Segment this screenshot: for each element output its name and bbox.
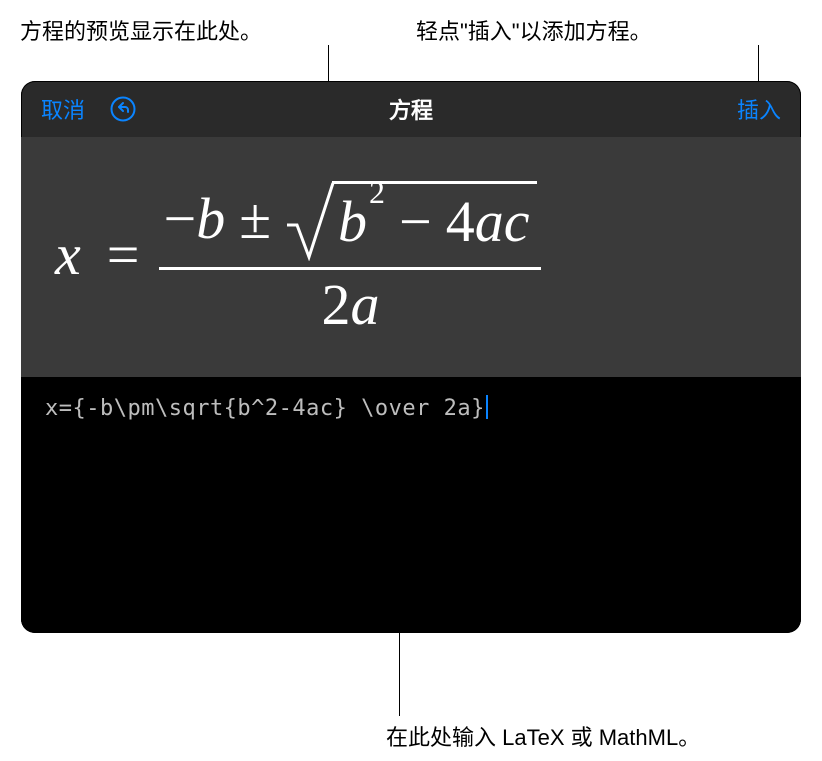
- latex-editor[interactable]: x={-b\pm\sqrt{b^2-4ac} \over 2a}: [21, 377, 801, 633]
- equation-preview: x = − b ± b 2 − 4: [21, 137, 801, 377]
- math-c: c: [504, 193, 530, 251]
- cancel-button[interactable]: 取消: [41, 93, 85, 125]
- rendered-equation: x = − b ± b 2 − 4: [55, 171, 541, 340]
- math-b2-b: b: [338, 193, 367, 251]
- callout-preview: 方程的预览显示在此处。: [20, 14, 262, 46]
- radical-icon: [285, 177, 335, 261]
- math-b: b: [196, 190, 225, 248]
- math-x: x: [55, 226, 81, 284]
- math-radicand: b 2 − 4 a c: [332, 181, 537, 258]
- undo-button[interactable]: [109, 95, 137, 123]
- math-minus: −: [163, 190, 196, 248]
- math-four: 4: [446, 193, 475, 251]
- math-pm: ±: [239, 190, 271, 248]
- math-equals: =: [107, 226, 140, 284]
- callout-insert: 轻点"插入"以添加方程。: [416, 14, 652, 46]
- math-a: a: [475, 193, 504, 251]
- math-den-2: 2: [321, 276, 350, 334]
- fraction-numerator: − b ± b 2 − 4 a c: [159, 171, 541, 267]
- insert-button[interactable]: 插入: [737, 93, 781, 125]
- latex-source-text: x={-b\pm\sqrt{b^2-4ac} \over 2a}: [45, 396, 485, 421]
- toolbar: 取消 方程 插入: [21, 81, 801, 137]
- math-den-a: a: [350, 276, 379, 334]
- equation-dialog: 取消 方程 插入 x = − b ±: [21, 81, 801, 633]
- math-b2-exp: 2: [369, 177, 385, 209]
- math-minus2: −: [399, 193, 432, 251]
- fraction-denominator: 2 a: [317, 270, 383, 340]
- callout-editor: 在此处输入 LaTeX 或 MathML。: [386, 720, 700, 752]
- text-caret: [486, 395, 488, 419]
- dialog-title: 方程: [389, 93, 433, 125]
- callout-line-editor: [399, 630, 400, 716]
- toolbar-left: 取消: [41, 93, 137, 125]
- math-sqrt: b 2 − 4 a c: [285, 177, 537, 261]
- math-fraction: − b ± b 2 − 4 a c: [159, 171, 541, 340]
- undo-icon: [110, 96, 136, 122]
